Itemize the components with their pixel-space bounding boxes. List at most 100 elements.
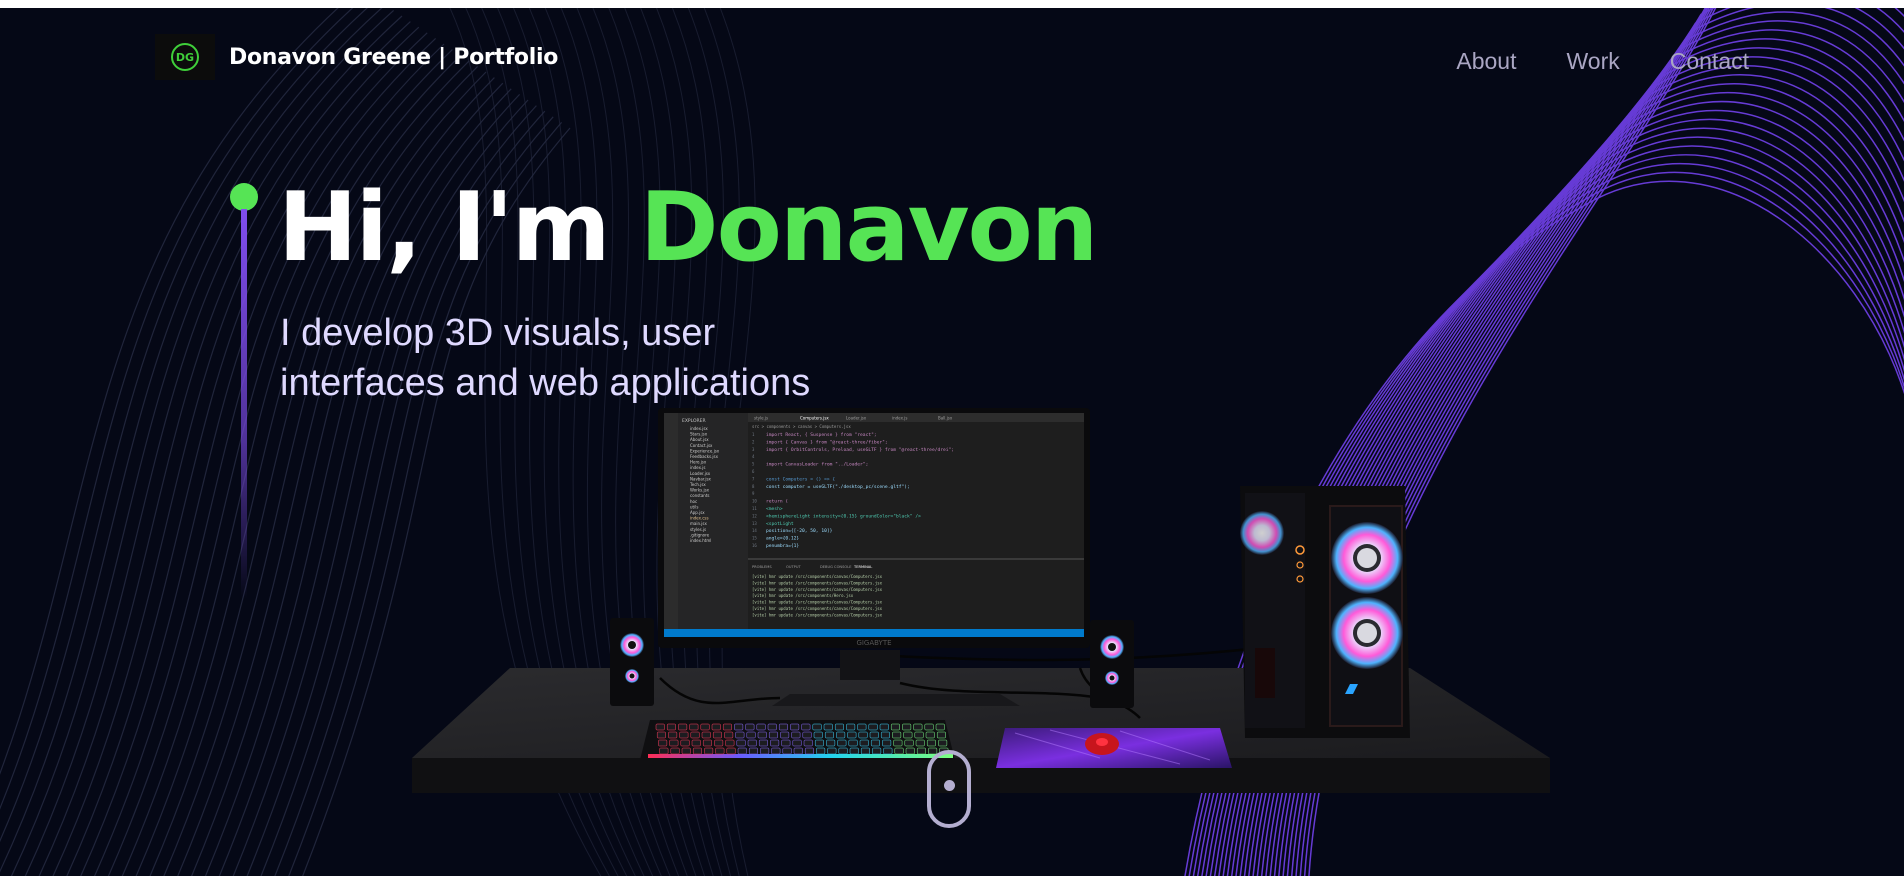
keyboard-key <box>659 747 669 755</box>
keyboard-key <box>903 731 913 739</box>
keyboard-key <box>689 723 699 731</box>
terminal-line: [vite] hmr update /src/components/Hero.j… <box>752 593 854 598</box>
code-line-number: 15 <box>752 536 757 541</box>
keyboard-key <box>781 739 791 747</box>
panel-tab: DEBUG CONSOLE <box>820 565 852 569</box>
keyboard-key <box>801 723 811 731</box>
keyboard-key <box>813 731 823 739</box>
keyboard-key <box>714 739 724 747</box>
home-logo-link[interactable]: DG Donavon Greene | Portfolio <box>155 34 558 80</box>
keyboard-key <box>846 723 856 731</box>
editor-tab: Ball.jsx <box>938 416 953 421</box>
keyboard-key <box>893 739 903 747</box>
monitor-brand: GIGABYTE <box>856 639 891 647</box>
logo-initials: DG <box>176 51 194 64</box>
desktop-pc-3d-scene[interactable]: GIGABYTE EXPLORER index.jsxStars.jsxAbou… <box>400 398 1580 838</box>
hero-name: Donavon <box>639 173 1099 283</box>
keyboard-key <box>768 731 778 739</box>
keyboard-key <box>758 739 768 747</box>
nav-link-work[interactable]: Work <box>1566 48 1619 75</box>
editor-tab: index.js <box>892 416 907 421</box>
keyboard-key <box>711 723 721 731</box>
scroll-down-indicator[interactable] <box>927 750 971 828</box>
terminal-line: [vite] hmr update /src/components/canvas… <box>752 587 883 592</box>
monitor: GIGABYTE EXPLORER index.jsxStars.jsxAbou… <box>658 408 1090 648</box>
keyboard-key <box>712 731 722 739</box>
terminal-line: [vite] hmr update /src/components/canvas… <box>752 600 883 605</box>
keyboard-key <box>926 739 936 747</box>
brand-suffix: | Portfolio <box>430 44 559 70</box>
keyboard-key <box>790 723 800 731</box>
keyboard-key <box>814 739 824 747</box>
code-line-number: 12 <box>752 513 757 518</box>
editor-tab: style.js <box>754 416 768 421</box>
terminal-line: [vite] hmr update /src/components/canvas… <box>752 612 883 617</box>
keyboard-key <box>826 739 836 747</box>
pc-tower <box>1240 486 1410 738</box>
keyboard-key <box>791 731 801 739</box>
hero-subtitle-line-1: I develop 3D visuals, user <box>280 312 716 354</box>
editor-breadcrumb: src > components > canvas > Computers.js… <box>752 424 851 429</box>
keyboard-key <box>894 747 904 755</box>
code-line: angle={0.12} <box>766 536 799 542</box>
hero-greeting: Hi, I'm <box>278 173 640 283</box>
page: DG Donavon Greene | Portfolio About Work… <box>0 8 1904 876</box>
keyboard-key <box>747 739 757 747</box>
keyboard-key <box>935 723 945 731</box>
hero-subtitle: I develop 3D visuals, user interfaces an… <box>280 308 960 408</box>
keyboard-key <box>746 731 756 739</box>
explorer-file: About.jsx <box>690 437 709 442</box>
keyboard-key <box>882 739 892 747</box>
keyboard-key <box>678 723 688 731</box>
explorer-file: Experience.jsx <box>690 448 720 453</box>
keyboard-key <box>679 731 689 739</box>
code-line: <spotLight <box>766 521 794 527</box>
keyboard-key <box>782 747 792 755</box>
explorer-file: .gitignore <box>690 532 710 537</box>
keyboard-key <box>656 731 666 739</box>
keyboard-key <box>704 747 714 755</box>
code-line-number: 16 <box>752 543 757 548</box>
explorer-file: Feedbacks.jsx <box>690 454 719 459</box>
explorer-file: Navbar.jsx <box>690 476 712 481</box>
keyboard-key <box>915 739 925 747</box>
keyboard <box>640 720 955 760</box>
keyboard-key <box>702 739 712 747</box>
keyboard-key <box>879 723 889 731</box>
code-line: return ( <box>766 499 788 505</box>
keyboard-key <box>735 731 745 739</box>
explorer-file: Stars.jsx <box>690 432 708 437</box>
keyboard-key <box>725 739 735 747</box>
brand-name-text: Donavon Greene <box>229 44 431 70</box>
explorer-file: utils <box>690 504 698 509</box>
terminal-line: [vite] hmr update /src/components/canvas… <box>752 580 883 585</box>
code-line: position={[-20, 50, 10]} <box>766 528 833 534</box>
keyboard-key <box>849 747 859 755</box>
nav-link-about[interactable]: About <box>1456 48 1516 75</box>
keyboard-key <box>780 731 790 739</box>
explorer-file: Tech.jsx <box>689 482 706 487</box>
keyboard-key <box>690 731 700 739</box>
keyboard-key <box>756 723 766 731</box>
keyboard-key <box>837 739 847 747</box>
explorer-file: index.css <box>690 516 709 521</box>
keyboard-key <box>692 747 702 755</box>
keyboard-key <box>902 723 912 731</box>
keyboard-key <box>816 747 826 755</box>
keyboard-key <box>736 739 746 747</box>
keyboard-key <box>745 723 755 731</box>
explorer-file: index.js <box>690 465 705 470</box>
keyboard-key <box>726 747 736 755</box>
keyboard-key <box>892 731 902 739</box>
keyboard-key <box>868 723 878 731</box>
keyboard-key <box>838 747 848 755</box>
keyboard-key <box>883 747 893 755</box>
explorer-file: Hero.jsx <box>690 460 707 465</box>
nav-link-contact[interactable]: Contact <box>1670 48 1749 75</box>
editor-explorer-title: EXPLORER <box>682 418 706 424</box>
wave-line <box>10 9 395 876</box>
keyboard-key <box>913 723 923 731</box>
code-line: penumbra={1} <box>766 543 799 549</box>
explorer-file: index.jsx <box>690 426 708 431</box>
keyboard-key <box>916 747 926 755</box>
